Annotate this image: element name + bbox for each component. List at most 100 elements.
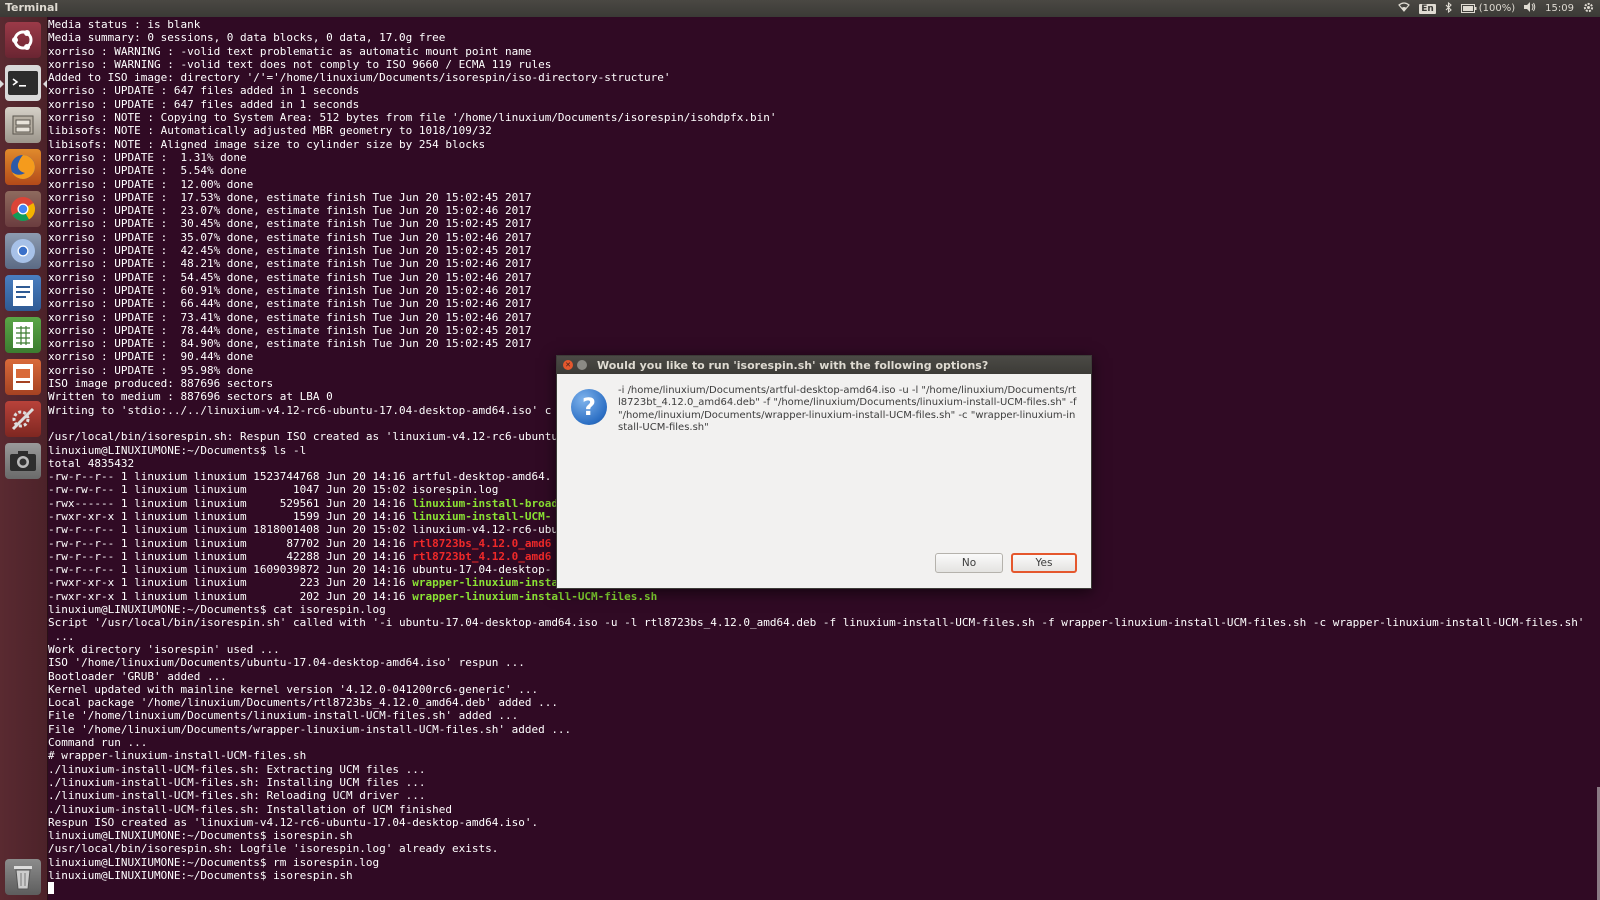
terminal-filename: rtl8723bt_4.12.0_amd6: [412, 549, 552, 563]
dialog-titlebar[interactable]: ✕ Would you like to run 'isorespin.sh' w…: [557, 356, 1091, 374]
terminal-line: libisofs: NOTE : Automatically adjusted …: [48, 124, 492, 137]
file-cabinet-icon: [12, 115, 34, 135]
terminal-line-text: xorriso : UPDATE : 5.54% done: [48, 164, 247, 178]
launcher-camera[interactable]: [5, 443, 41, 479]
launcher-writer[interactable]: [5, 275, 41, 311]
terminal-line: ./linuxium-install-UCM-files.sh: Reloadi…: [48, 789, 426, 802]
clock[interactable]: 15:09: [1545, 3, 1574, 14]
terminal-line: ISO image produced: 887696 sectors: [48, 377, 273, 390]
terminal-line: ...: [48, 630, 75, 643]
terminal-line: -rwxr-xr-x 1 linuxium linuxium 202 Jun 2…: [48, 590, 657, 603]
terminal-line-text: Media summary: 0 sessions, 0 data blocks…: [48, 31, 446, 45]
terminal-line: total 4835432: [48, 457, 134, 470]
terminal-line-text: ...: [48, 629, 75, 643]
terminal-line: /usr/local/bin/isorespin.sh: Logfile 'is…: [48, 842, 498, 855]
terminal-line: Local package '/home/linuxium/Documents/…: [48, 696, 558, 709]
launcher-calc[interactable]: [5, 317, 41, 353]
launcher-trash[interactable]: [5, 859, 41, 895]
terminal-line-text: Script '/usr/local/bin/isorespin.sh' cal…: [48, 616, 1585, 630]
terminal-line: -rw-r--r-- 1 linuxium linuxium 181800140…: [48, 523, 558, 536]
trash-icon: [14, 866, 32, 890]
terminal-line-text: xorriso : UPDATE : 30.45% done, estimate…: [48, 217, 532, 231]
terminal-filename: artful-desktop-amd64.: [412, 470, 552, 484]
terminal-line: Media summary: 0 sessions, 0 data blocks…: [48, 31, 445, 44]
terminal-line-text: xorriso : WARNING : -volid text does not…: [48, 57, 552, 71]
terminal-line-text: linuxium@LINUXIUMONE:~/Documents$ ls -l: [48, 443, 307, 457]
terminal-line-text: Writing to 'stdio:../../linuxium-v4.12-r…: [48, 403, 552, 417]
terminal-line-text: xorriso : UPDATE : 48.21% done, estimate…: [48, 257, 532, 271]
terminal-line: xorriso : UPDATE : 60.91% done, estimate…: [48, 284, 531, 297]
terminal-line: Media status : is blank: [48, 18, 200, 31]
terminal-line-text: -rw-r--r-- 1 linuxium linuxium 42288 Jun…: [48, 549, 413, 563]
wifi-icon[interactable]: [1398, 2, 1411, 15]
launcher-impress[interactable]: [5, 359, 41, 395]
terminal-line: xorriso : WARNING : -volid text problema…: [48, 45, 531, 58]
terminal-line-text: -rw-rw-r-- 1 linuxium linuxium 1047 Jun …: [48, 483, 413, 497]
terminal-cursor: [48, 882, 54, 895]
terminal-line-text: -rwx------ 1 linuxium linuxium 529561 Ju…: [48, 496, 413, 510]
question-icon: ?: [571, 389, 607, 425]
dialog-message: -i /home/linuxium/Documents/artful-deskt…: [618, 385, 1077, 433]
yes-button[interactable]: Yes: [1011, 553, 1077, 573]
terminal-line-text: xorriso : UPDATE : 23.07% done, estimate…: [48, 204, 532, 218]
terminal-icon: [8, 71, 38, 95]
terminal-line-text: linuxium@LINUXIUMONE:~/Documents$ cat is…: [48, 603, 386, 617]
terminal-line-text: File '/home/linuxium/Documents/linuxium-…: [48, 709, 519, 723]
dialog-title: Would you like to run 'isorespin.sh' wit…: [597, 358, 989, 372]
launcher-chromium[interactable]: [5, 233, 41, 269]
close-icon[interactable]: ✕: [563, 360, 573, 370]
terminal-line: xorriso : UPDATE : 90.44% done: [48, 350, 253, 363]
terminal-line-text: -rw-r--r-- 1 linuxium linuxium 160903987…: [48, 563, 413, 577]
volume-icon[interactable]: [1524, 2, 1536, 15]
terminal-line: # wrapper-linuxium-install-UCM-files.sh: [48, 749, 306, 762]
terminal-line: Work directory 'isorespin' used ...: [48, 643, 280, 656]
terminal-line: Command run ...: [48, 736, 147, 749]
battery-icon: [1460, 4, 1477, 13]
terminal-line: -rw-r--r-- 1 linuxium linuxium 160903987…: [48, 563, 551, 576]
settings-gear-icon[interactable]: [1583, 2, 1594, 16]
terminal-line-text: xorriso : UPDATE : 647 files added in 1 …: [48, 97, 360, 111]
camera-icon: [10, 451, 36, 471]
terminal-line: xorriso : UPDATE : 30.45% done, estimate…: [48, 217, 531, 230]
battery-indicator[interactable]: (100%): [1460, 3, 1515, 14]
launcher-terminal[interactable]: [0, 65, 47, 101]
confirm-dialog: ✕ Would you like to run 'isorespin.sh' w…: [556, 355, 1092, 589]
ubuntu-logo-icon: [12, 30, 33, 50]
terminal-line-text: xorriso : UPDATE : 73.41% done, estimate…: [48, 310, 532, 324]
launcher-firefox[interactable]: [5, 149, 41, 185]
chromium-icon: [11, 239, 35, 263]
terminal-line-text: xorriso : UPDATE : 60.91% done, estimate…: [48, 283, 532, 297]
no-button[interactable]: No: [935, 553, 1003, 573]
settings-tools-icon: [11, 407, 35, 431]
keyboard-layout-indicator[interactable]: En: [1419, 3, 1436, 14]
terminal-line-text: Work directory 'isorespin' used ...: [48, 642, 280, 656]
launcher-chrome[interactable]: [5, 191, 41, 227]
terminal-line: File '/home/linuxium/Documents/wrapper-l…: [48, 723, 571, 736]
terminal-line-text: xorriso : UPDATE : 647 files added in 1 …: [48, 84, 360, 98]
terminal-line: xorriso : UPDATE : 73.41% done, estimate…: [48, 311, 531, 324]
terminal-line: xorriso : WARNING : -volid text does not…: [48, 58, 551, 71]
terminal-line-text: -rw-r--r-- 1 linuxium linuxium 181800140…: [48, 523, 413, 537]
writer-icon: [13, 280, 33, 306]
terminal-line: ./linuxium-install-UCM-files.sh: Extract…: [48, 763, 426, 776]
launcher-dash-home[interactable]: [5, 22, 41, 58]
terminal-filename: isorespin.log: [412, 483, 499, 497]
terminal-line-text: Command run ...: [48, 736, 148, 750]
terminal-line: File '/home/linuxium/Documents/linuxium-…: [48, 709, 518, 722]
terminal-line: xorriso : UPDATE : 78.44% done, estimate…: [48, 324, 531, 337]
terminal-line-text: /usr/local/bin/isorespin.sh: Logfile 'is…: [48, 842, 499, 856]
terminal-filename: linuxium-install-UCM-: [412, 509, 552, 523]
bluetooth-icon[interactable]: [1445, 1, 1452, 16]
terminal-line: Written to medium : 887696 sectors at LB…: [48, 390, 333, 403]
terminal-line-text: ./linuxium-install-UCM-files.sh: Extract…: [48, 762, 426, 776]
launcher-system-settings[interactable]: [5, 401, 41, 437]
terminal-line-text: libisofs: NOTE : Automatically adjusted …: [48, 124, 492, 138]
launcher: [0, 17, 48, 900]
terminal-line: Kernel updated with mainline kernel vers…: [48, 683, 538, 696]
terminal-line: ISO '/home/linuxium/Documents/ubuntu-17.…: [48, 656, 525, 669]
terminal-line-text: xorriso : UPDATE : 84.90% done, estimate…: [48, 337, 532, 351]
terminal-line-text: Media status : is blank: [48, 18, 201, 31]
terminal-line-text: xorriso : NOTE : Copying to System Area:…: [48, 111, 777, 125]
terminal-line: Writing to 'stdio:../../linuxium-v4.12-r…: [48, 404, 551, 417]
launcher-files[interactable]: [5, 107, 41, 143]
